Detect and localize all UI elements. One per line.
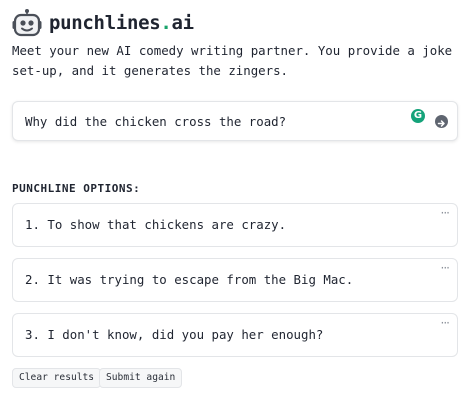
robot-logo-icon [12,9,42,37]
ellipsis-icon[interactable]: ··· [441,206,451,220]
submit-arrow-icon[interactable] [435,115,448,128]
ellipsis-icon[interactable]: ··· [441,316,451,330]
brand-suffix: ai [171,12,195,34]
punchline-text: 1. To show that chickens are crazy. [25,217,287,232]
arrow-right-icon [437,120,445,127]
punchline-option[interactable]: 1. To show that chickens are crazy. ··· [12,203,458,247]
clear-results-button[interactable]: Clear results [12,368,102,388]
prompt-box: G [12,101,458,141]
brand-word: punchlines [49,12,161,34]
punchline-option[interactable]: 2. It was trying to escape from the Big … [12,258,458,302]
grammar-check-icon[interactable]: G [411,109,425,123]
punchline-text: 2. It was trying to escape from the Big … [25,272,354,287]
brand-dot: . [160,12,172,34]
submit-again-button[interactable]: Submit again [99,368,183,388]
punchline-text: 3. I don't know, did you pay her enough? [25,327,324,342]
ellipsis-icon[interactable]: ··· [441,261,451,275]
punchline-options-label: PUNCHLINE OPTIONS: [12,182,141,195]
header: punchlines.ai [12,8,194,38]
intro-text: Meet your new AI comedy writing partner.… [12,43,453,78]
joke-setup-input[interactable] [25,102,405,140]
punchline-option[interactable]: 3. I don't know, did you pay her enough?… [12,313,458,357]
brand-name: punchlines.ai [49,12,194,34]
